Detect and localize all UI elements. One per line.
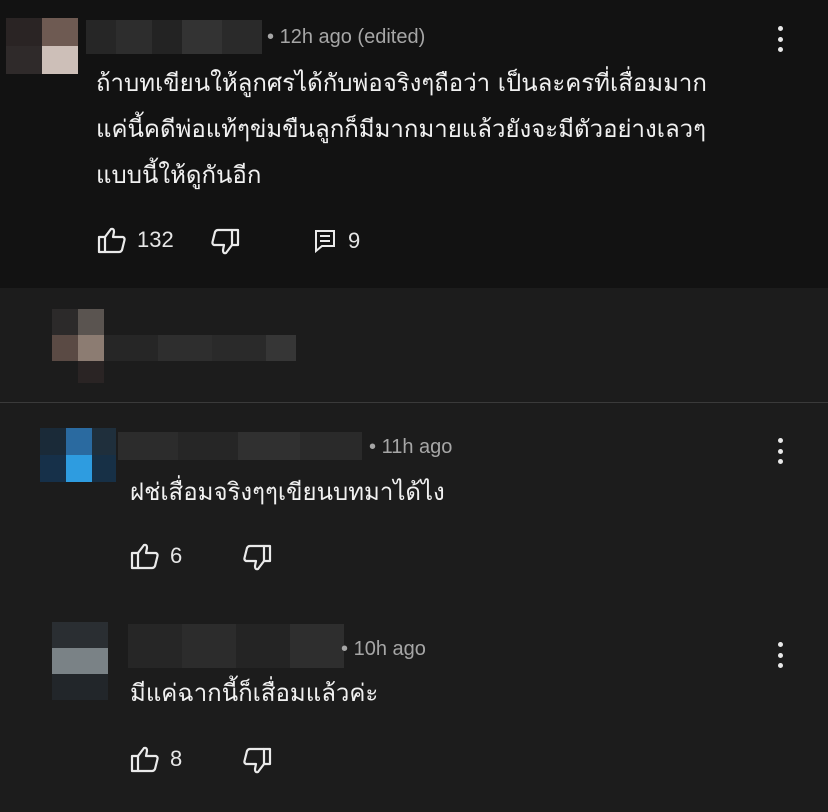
comment-time[interactable]: 11h ago [382, 436, 453, 458]
comment-text: มีแค่ฉากนี้ก็เสื่อมแล้วค่ะ [130, 670, 378, 716]
more-vert-icon[interactable] [770, 640, 790, 670]
thumbs-down-icon [243, 544, 272, 571]
avatar[interactable] [6, 18, 78, 74]
thumbs-down-icon [243, 747, 272, 774]
separator-dot: • [369, 436, 377, 458]
comment-text: ถ้าบทเขียนให้ลูกศรได้กับพ่อจริงๆถือว่า เ… [96, 60, 707, 198]
comment-meta: • 10h ago [341, 638, 426, 661]
thumbs-up-icon [130, 746, 159, 773]
comment-text-line: แค่นี้คดีพ่อแท้ๆข่มขืนลูกก็มีมากมายแล้วย… [96, 115, 707, 143]
separator-dot: • [267, 26, 275, 48]
like-count: 8 [170, 746, 183, 771]
comment-icon [315, 230, 335, 253]
thumbs-up-icon [130, 543, 159, 570]
thumbs-down-icon [211, 228, 240, 255]
thumbs-up-icon [97, 227, 126, 254]
divider [0, 402, 828, 403]
comment-text-line: ถ้าบทเขียนให้ลูกศรได้กับพ่อจริงๆถือว่า เ… [96, 69, 707, 97]
comment-time[interactable]: 10h ago [354, 638, 426, 660]
username-blurred[interactable] [86, 20, 262, 54]
like-button[interactable]: 132 [97, 226, 174, 254]
dislike-button[interactable] [242, 544, 272, 572]
more-vert-icon[interactable] [770, 436, 790, 466]
comment-meta: • 11h ago [369, 436, 452, 459]
dislike-button[interactable] [242, 747, 272, 775]
comment-time[interactable]: 12h ago (edited) [280, 26, 426, 48]
like-button[interactable]: 8 [130, 745, 182, 773]
avatar[interactable] [40, 428, 116, 482]
blurred-reply-header[interactable] [52, 309, 296, 383]
comment-text: ฝช่เสื่อมจริงๆๆเขียนบทมาได้ไง [130, 469, 445, 515]
main-comment: • 12h ago (edited) ถ้าบทเขียนให้ลูกศรได้… [0, 0, 828, 288]
like-count: 132 [137, 227, 174, 252]
separator-dot: • [341, 638, 349, 660]
comment-text-line: มีแค่ฉากนี้ก็เสื่อมแล้วค่ะ [130, 679, 379, 707]
more-vert-icon[interactable] [770, 24, 790, 54]
comment-text-line: ฝช่เสื่อมจริงๆๆเขียนบทมาได้ไง [130, 478, 445, 506]
comment-meta: • 12h ago (edited) [267, 26, 425, 49]
username-blurred[interactable] [128, 624, 344, 668]
avatar[interactable] [52, 622, 108, 700]
dislike-button[interactable] [210, 228, 240, 256]
comment-text-line: แบบนี้ให้ดูกันอีก [96, 161, 262, 189]
replies-button[interactable]: 9 [314, 228, 360, 254]
like-count: 6 [170, 543, 183, 568]
username-blurred[interactable] [118, 432, 362, 460]
reply-count: 9 [348, 228, 361, 253]
like-button[interactable]: 6 [130, 542, 182, 570]
